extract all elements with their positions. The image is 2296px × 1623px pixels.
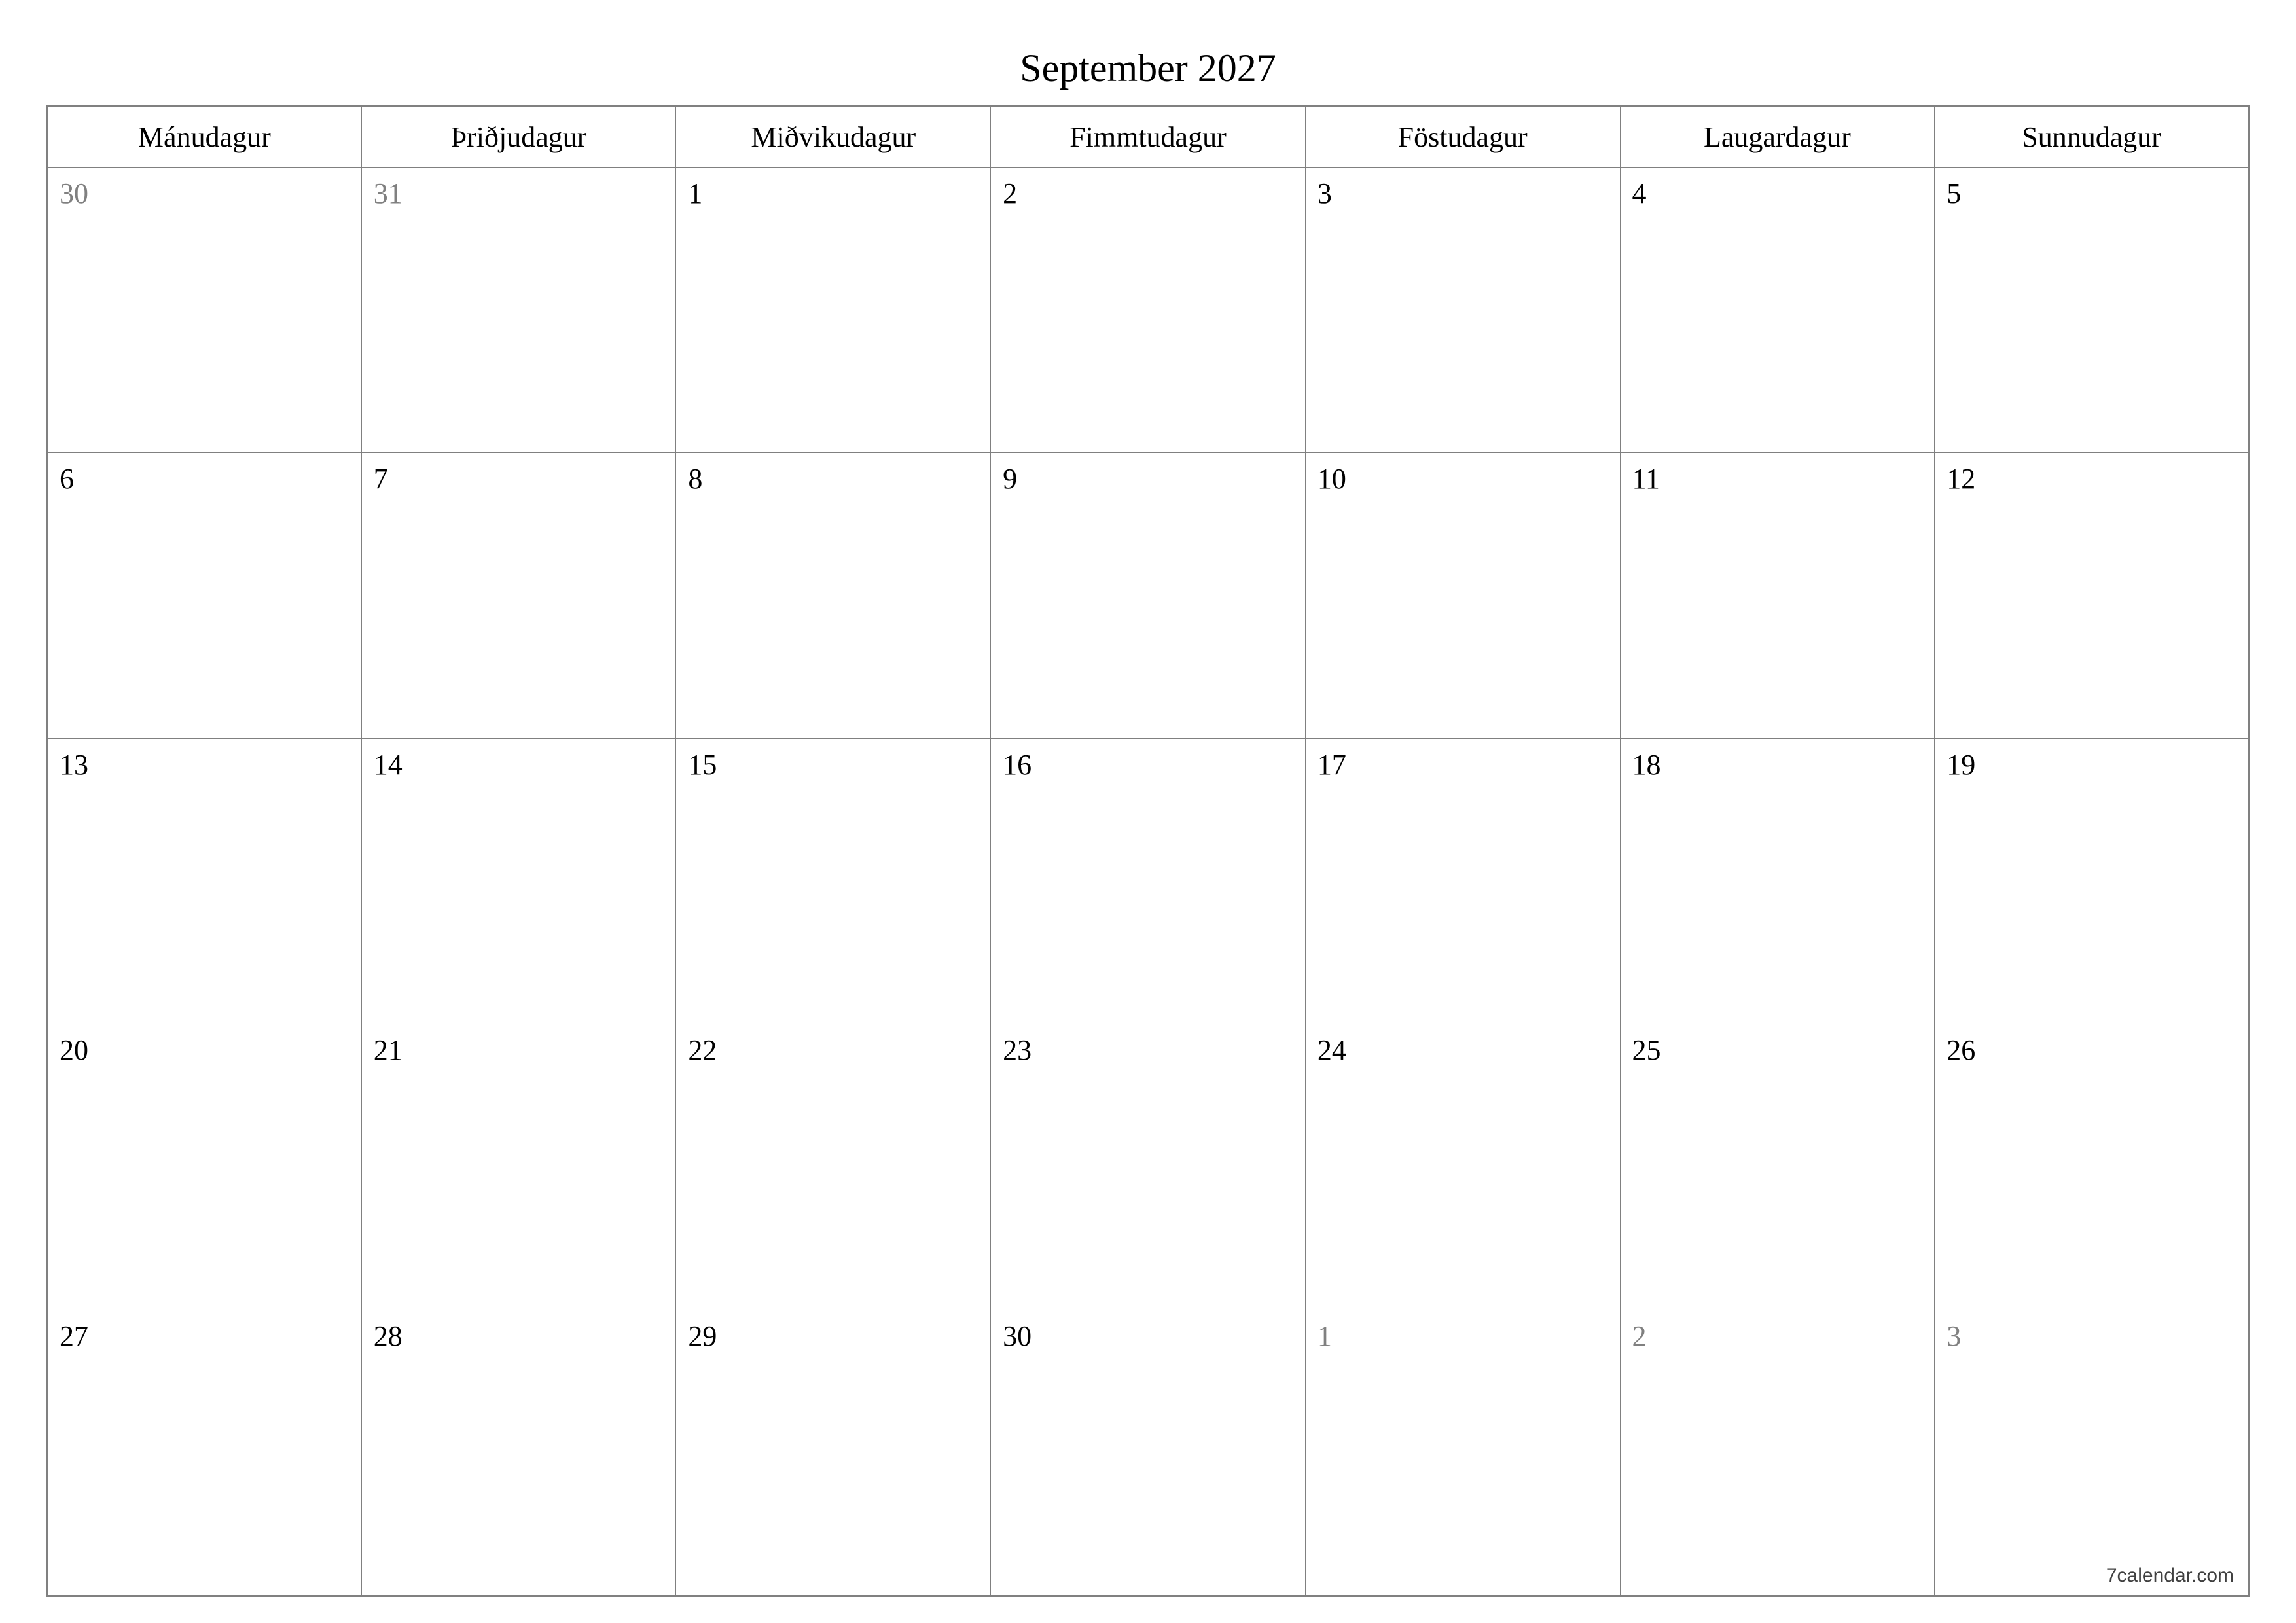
calendar-day-cell: 19 <box>1935 738 2250 1024</box>
day-number: 15 <box>688 749 717 781</box>
day-number: 17 <box>1318 749 1346 781</box>
calendar-day-cell: 1 <box>676 168 991 453</box>
day-number: 25 <box>1632 1034 1661 1066</box>
calendar-day-cell: 10 <box>1305 453 1620 738</box>
day-number: 24 <box>1318 1034 1346 1066</box>
weekday-header: Miðvikudagur <box>676 107 991 168</box>
calendar-day-cell: 2 <box>991 168 1306 453</box>
day-number: 18 <box>1632 749 1661 781</box>
day-number: 9 <box>1003 463 1017 495</box>
day-number: 11 <box>1632 463 1660 495</box>
weekday-header: Fimmtudagur <box>991 107 1306 168</box>
calendar-day-cell: 28 <box>361 1310 676 1596</box>
calendar-day-cell: 25 <box>1620 1024 1935 1310</box>
day-number: 13 <box>60 749 88 781</box>
day-number: 22 <box>688 1034 717 1066</box>
day-number: 4 <box>1632 177 1647 209</box>
day-number: 19 <box>1946 749 1975 781</box>
day-number: 12 <box>1946 463 1975 495</box>
calendar-day-cell: 3 7calendar.com <box>1935 1310 2250 1596</box>
calendar-day-cell: 6 <box>47 453 362 738</box>
day-number: 21 <box>374 1034 403 1066</box>
calendar-body: 3031123456789101112131415161718192021222… <box>47 168 2250 1596</box>
day-number: 3 <box>1318 177 1332 209</box>
day-number: 28 <box>374 1320 403 1352</box>
calendar-page: September 2027 Mánudagur Þriðjudagur Mið… <box>0 0 2296 1623</box>
calendar-day-cell: 5 <box>1935 168 2250 453</box>
calendar-day-cell: 29 <box>676 1310 991 1596</box>
calendar-day-cell: 21 <box>361 1024 676 1310</box>
calendar-day-cell: 1 <box>1305 1310 1620 1596</box>
calendar-day-cell: 23 <box>991 1024 1306 1310</box>
weekday-header: Þriðjudagur <box>361 107 676 168</box>
weekday-header: Föstudagur <box>1305 107 1620 168</box>
calendar-day-cell: 13 <box>47 738 362 1024</box>
calendar-week-row: 27 28 29 30 1 2 3 7calendar.com <box>47 1310 2250 1596</box>
calendar-day-cell: 14 <box>361 738 676 1024</box>
calendar-week-row: 13 14 15 16 17 18 19 <box>47 738 2250 1024</box>
calendar-day-cell: 16 <box>991 738 1306 1024</box>
day-number: 26 <box>1946 1034 1975 1066</box>
calendar-day-cell: 12 <box>1935 453 2250 738</box>
calendar-week-row: 6 7 8 9 10 11 12 <box>47 453 2250 738</box>
calendar-table: Mánudagur Þriðjudagur Miðvikudagur Fimmt… <box>46 105 2250 1597</box>
calendar-day-cell: 18 <box>1620 738 1935 1024</box>
day-number: 31 <box>374 177 403 209</box>
calendar-day-cell: 2 <box>1620 1310 1935 1596</box>
day-number: 27 <box>60 1320 88 1352</box>
calendar-day-cell: 8 <box>676 453 991 738</box>
day-number: 8 <box>688 463 702 495</box>
calendar-day-cell: 31 <box>361 168 676 453</box>
calendar-day-cell: 15 <box>676 738 991 1024</box>
calendar-day-cell: 7 <box>361 453 676 738</box>
calendar-day-cell: 30 <box>47 168 362 453</box>
day-number: 2 <box>1003 177 1017 209</box>
calendar-day-cell: 26 <box>1935 1024 2250 1310</box>
day-number: 16 <box>1003 749 1031 781</box>
calendar-day-cell: 9 <box>991 453 1306 738</box>
calendar-week-row: 20 21 22 23 24 25 26 <box>47 1024 2250 1310</box>
weekday-header: Mánudagur <box>47 107 362 168</box>
calendar-day-cell: 24 <box>1305 1024 1620 1310</box>
calendar-day-cell: 30 <box>991 1310 1306 1596</box>
calendar-day-cell: 3 <box>1305 168 1620 453</box>
day-number: 14 <box>374 749 403 781</box>
day-number: 7 <box>374 463 388 495</box>
weekday-header-row: Mánudagur Þriðjudagur Miðvikudagur Fimmt… <box>47 107 2250 168</box>
calendar-day-cell: 4 <box>1620 168 1935 453</box>
calendar-week-row: 30 31 1 2 3 4 5 <box>47 168 2250 453</box>
calendar-day-cell: 27 <box>47 1310 362 1596</box>
footer-credit: 7calendar.com <box>2106 1565 2234 1587</box>
day-number: 5 <box>1946 177 1961 209</box>
calendar-day-cell: 20 <box>47 1024 362 1310</box>
day-number: 30 <box>60 177 88 209</box>
weekday-header: Laugardagur <box>1620 107 1935 168</box>
day-number: 1 <box>688 177 702 209</box>
day-number: 6 <box>60 463 74 495</box>
day-number: 30 <box>1003 1320 1031 1352</box>
calendar-day-cell: 11 <box>1620 453 1935 738</box>
day-number: 23 <box>1003 1034 1031 1066</box>
day-number: 2 <box>1632 1320 1647 1352</box>
calendar-day-cell: 17 <box>1305 738 1620 1024</box>
day-number: 3 <box>1946 1320 1961 1352</box>
calendar-day-cell: 22 <box>676 1024 991 1310</box>
calendar-title: September 2027 <box>46 46 2250 91</box>
day-number: 29 <box>688 1320 717 1352</box>
day-number: 20 <box>60 1034 88 1066</box>
day-number: 10 <box>1318 463 1346 495</box>
weekday-header: Sunnudagur <box>1935 107 2250 168</box>
day-number: 1 <box>1318 1320 1332 1352</box>
